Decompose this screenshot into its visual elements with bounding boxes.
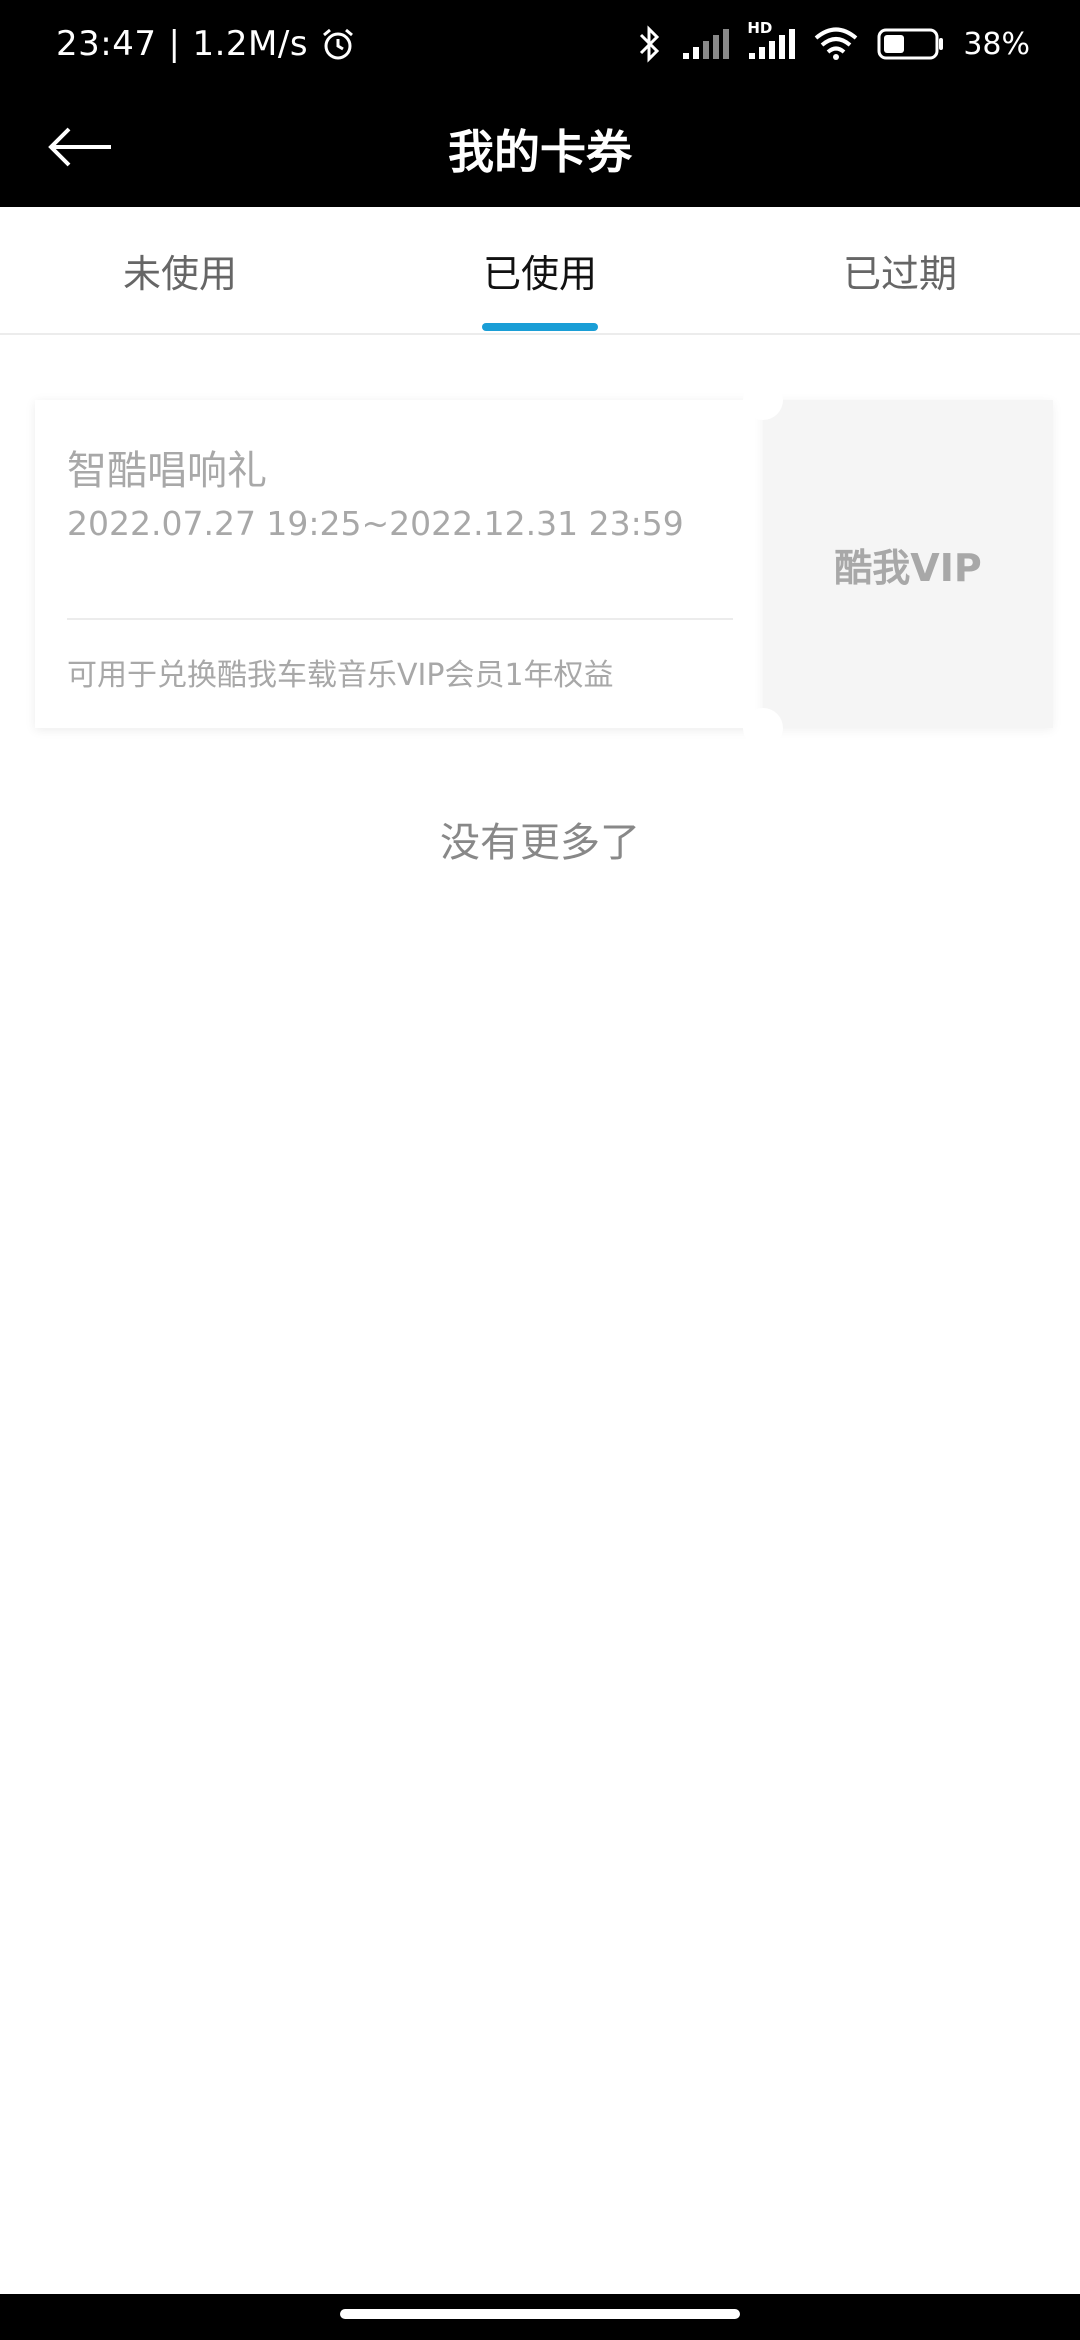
tab-unused[interactable]: 未使用 [0, 207, 360, 333]
header: 我的卡券 [0, 94, 1080, 207]
wifi-icon [813, 27, 859, 61]
tab-label: 已过期 [842, 251, 957, 296]
alarm-clock-icon [320, 26, 356, 62]
coupon-stub: 酷我VIP [763, 400, 1053, 728]
no-more-text: 没有更多了 [440, 820, 640, 866]
tab-label: 未使用 [122, 251, 237, 296]
page-title: 我的卡券 [448, 125, 632, 179]
tab-used[interactable]: 已使用 [360, 207, 720, 333]
status-right: HD 38% [637, 19, 1030, 64]
coupon-validity: 2022.07.27 19:25~2022.12.31 23:59 [67, 504, 684, 543]
coupon-name: 智酷唱响礼 [67, 448, 267, 494]
signal-hd-icon: HD [747, 19, 796, 61]
hd-label: HD [747, 19, 773, 37]
bluetooth-icon [637, 24, 663, 64]
coupon-description: 可用于兑换酷我车载音乐VIP会员1年权益 [67, 658, 614, 693]
status-left: 23:47 | 1.2M/s [56, 24, 356, 64]
status-bar: 23:47 | 1.2M/s HD 38% [0, 0, 1080, 94]
home-indicator[interactable] [340, 2309, 740, 2319]
coupon-tag: 酷我VIP [834, 545, 982, 590]
card-notch-top [743, 380, 783, 420]
tab-expired[interactable]: 已过期 [720, 207, 1080, 333]
battery-percent: 38% [963, 26, 1030, 62]
status-separator: | [168, 24, 181, 64]
active-tab-indicator [482, 323, 598, 331]
tab-bar: 未使用 已使用 已过期 [0, 207, 1080, 335]
card-divider [67, 618, 733, 620]
navigation-bar [0, 2294, 1080, 2340]
tab-label: 已使用 [482, 251, 597, 296]
signal-icon [681, 27, 730, 61]
net-speed: 1.2M/s [192, 24, 309, 64]
coupon-card[interactable]: 智酷唱响礼 2022.07.27 19:25~2022.12.31 23:59 … [35, 380, 1053, 748]
status-time: 23:47 [56, 24, 157, 64]
top-bar: 23:47 | 1.2M/s HD 38% 我的卡券 [0, 0, 1080, 207]
battery-icon [877, 27, 945, 61]
card-notch-bottom [743, 708, 783, 748]
coupon-info: 智酷唱响礼 2022.07.27 19:25~2022.12.31 23:59 … [35, 400, 763, 728]
